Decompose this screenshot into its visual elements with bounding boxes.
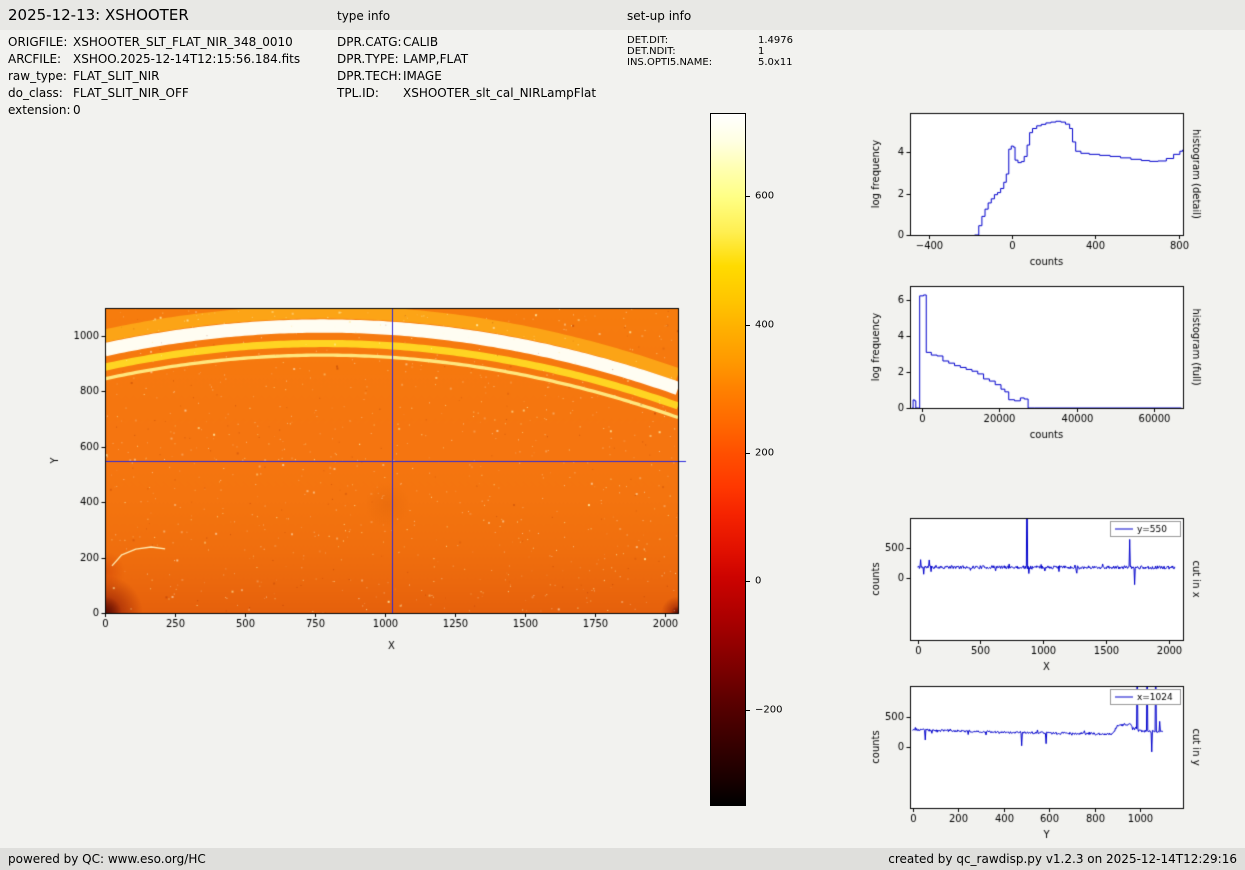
cut-in-y-plot bbox=[855, 673, 1245, 845]
info-value: 1.4976 bbox=[758, 35, 793, 46]
colorbar-tick-mark bbox=[746, 710, 750, 711]
info-value: XSHOOTER_SLT_FLAT_NIR_348_0010 bbox=[73, 35, 293, 49]
info-value: 0 bbox=[73, 103, 81, 117]
info-label: raw_type: bbox=[8, 69, 67, 83]
cut-in-x-plot bbox=[855, 505, 1245, 677]
file-info-table: ORIGFILE: XSHOOTER_SLT_FLAT_NIR_348_0010… bbox=[8, 35, 300, 120]
info-label: TPL.ID: bbox=[337, 86, 379, 100]
colorbar-tick-labels: 600 400 200 0 −200 bbox=[710, 113, 800, 806]
colorbar-tick-mark bbox=[746, 196, 750, 197]
colorbar-tick-label: 600 bbox=[755, 190, 775, 202]
info-value: IMAGE bbox=[403, 69, 442, 83]
info-value: CALIB bbox=[403, 35, 439, 49]
colorbar-tick-label: −200 bbox=[755, 704, 783, 716]
info-label: DPR.TECH: bbox=[337, 69, 402, 83]
setup-info-table: DET.DIT: 1.4976 DET.NDIT: 1 INS.OPTI5.NA… bbox=[627, 35, 793, 68]
info-label: DPR.CATG: bbox=[337, 35, 402, 49]
colorbar-tick-mark bbox=[746, 325, 750, 326]
title-bar: 2025-12-13: XSHOOTER type info set-up in… bbox=[0, 0, 1245, 30]
page-title: 2025-12-13: XSHOOTER bbox=[8, 6, 189, 24]
info-label: extension: bbox=[8, 103, 71, 117]
info-label: INS.OPTI5.NAME: bbox=[627, 57, 713, 68]
info-value: 5.0x11 bbox=[758, 57, 793, 68]
colorbar: 600 400 200 0 −200 bbox=[710, 113, 800, 808]
histogram-detail-plot bbox=[855, 101, 1245, 273]
info-value: XSHOOTER_slt_cal_NIRLampFlat bbox=[403, 86, 597, 100]
footer-created-by: created by qc_rawdisp.py v1.2.3 on 2025-… bbox=[888, 852, 1237, 866]
footer-bar: powered by QC: www.eso.org/HC created by… bbox=[0, 848, 1245, 870]
colorbar-tick-label: 400 bbox=[755, 319, 775, 331]
info-label: ORIGFILE: bbox=[8, 35, 68, 49]
qc-report-page: 2025-12-13: XSHOOTER type info set-up in… bbox=[0, 0, 1245, 870]
info-value: LAMP,FLAT bbox=[403, 52, 469, 66]
type-info-table: DPR.CATG: CALIB DPR.TYPE: LAMP,FLAT DPR.… bbox=[337, 35, 596, 103]
info-value: FLAT_SLIT_NIR bbox=[73, 69, 160, 83]
info-label: ARCFILE: bbox=[8, 52, 62, 66]
info-label: DET.NDIT: bbox=[627, 46, 676, 57]
info-value: 1 bbox=[758, 46, 765, 57]
setup-info-heading: set-up info bbox=[627, 9, 692, 23]
info-label: do_class: bbox=[8, 86, 63, 100]
info-value: XSHOO.2025-12-14T12:15:56.184.fits bbox=[73, 52, 301, 66]
histogram-full-plot bbox=[855, 273, 1245, 445]
detector-image-plot bbox=[35, 282, 707, 672]
colorbar-tick-label: 200 bbox=[755, 447, 775, 459]
colorbar-tick-label: 0 bbox=[755, 575, 762, 587]
footer-powered-by: powered by QC: www.eso.org/HC bbox=[8, 852, 206, 866]
info-value: FLAT_SLIT_NIR_OFF bbox=[73, 86, 189, 100]
colorbar-tick-mark bbox=[746, 453, 750, 454]
info-label: DPR.TYPE: bbox=[337, 52, 399, 66]
type-info-heading: type info bbox=[337, 9, 391, 23]
info-label: DET.DIT: bbox=[627, 35, 669, 46]
colorbar-tick-mark bbox=[746, 581, 750, 582]
